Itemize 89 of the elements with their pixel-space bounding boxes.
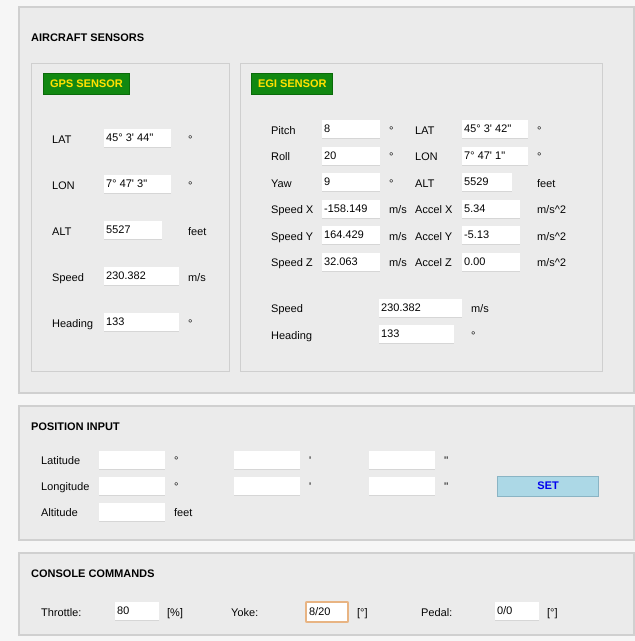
input-field[interactable] bbox=[369, 450, 435, 470]
input-field[interactable]: 9 bbox=[322, 173, 380, 192]
unit-label: m/s bbox=[188, 272, 206, 284]
unit-label: m/s^2 bbox=[537, 230, 566, 242]
input-field[interactable] bbox=[99, 476, 165, 496]
unit-label: ° bbox=[174, 455, 178, 467]
input-field[interactable]: 230.382 bbox=[104, 267, 179, 286]
input-field[interactable] bbox=[99, 450, 165, 470]
unit-label: m/s bbox=[389, 230, 407, 242]
field-label: LON bbox=[52, 180, 75, 192]
unit-label: m/s^2 bbox=[537, 204, 566, 216]
field-label: Speed bbox=[52, 272, 84, 284]
input-field[interactable]: 230.382 bbox=[379, 298, 462, 318]
field-label: Throttle: bbox=[41, 606, 82, 618]
unit-label: ° bbox=[188, 180, 192, 192]
unit-label: [°] bbox=[547, 606, 558, 618]
unit-label: ° bbox=[188, 134, 192, 146]
field-label: Pedal: bbox=[421, 606, 452, 618]
input-field[interactable]: 32.063 bbox=[322, 252, 380, 272]
set-button[interactable]: SET bbox=[497, 476, 599, 496]
unit-label: [%] bbox=[167, 606, 183, 618]
unit-label: ° bbox=[537, 124, 542, 136]
input-field[interactable]: -158.149 bbox=[322, 200, 380, 218]
input-field[interactable]: 5529 bbox=[462, 173, 512, 192]
input-field[interactable] bbox=[99, 502, 165, 522]
field-label: Pitch bbox=[271, 124, 296, 136]
field-label: Accel Z bbox=[415, 257, 452, 269]
field-label: ALT bbox=[52, 226, 72, 238]
field-label: Heading bbox=[271, 330, 312, 342]
field-label: Accel X bbox=[415, 204, 452, 216]
unit-label: '' bbox=[444, 455, 448, 467]
field-label: Yoke: bbox=[231, 606, 258, 618]
section-title: AIRCRAFT SENSORS bbox=[31, 31, 146, 46]
input-field[interactable]: 8 bbox=[322, 120, 380, 139]
unit-label: ' bbox=[309, 481, 312, 493]
field-label: Longitude bbox=[41, 481, 90, 493]
section-badge: EGI SENSOR bbox=[251, 72, 334, 95]
field-label: Speed Z bbox=[271, 257, 313, 269]
input-field[interactable] bbox=[234, 476, 300, 496]
input-field[interactable]: 20 bbox=[322, 146, 380, 166]
input-field[interactable]: 133 bbox=[379, 325, 454, 344]
field-label: LON bbox=[415, 151, 438, 163]
input-field[interactable]: 45° 3' 42'' bbox=[462, 120, 528, 139]
section-title: POSITION INPUT bbox=[31, 420, 121, 435]
input-field[interactable]: 0/0 bbox=[495, 602, 539, 621]
input-field[interactable]: 164.429 bbox=[322, 226, 380, 245]
input-field[interactable]: 80 bbox=[115, 602, 159, 621]
input-field[interactable]: 7° 47' 1'' bbox=[462, 146, 528, 166]
unit-label: ° bbox=[537, 151, 542, 163]
field-label: ALT bbox=[415, 178, 434, 190]
input-field[interactable]: 8/20 bbox=[305, 600, 349, 622]
input-field[interactable] bbox=[369, 476, 435, 496]
unit-label: [°] bbox=[357, 606, 368, 618]
input-field[interactable]: 5.34 bbox=[462, 200, 520, 218]
unit-label: ° bbox=[174, 481, 178, 493]
unit-label: feet bbox=[188, 226, 206, 238]
input-field[interactable]: 133 bbox=[104, 313, 179, 332]
field-label: LAT bbox=[52, 134, 72, 146]
field-label: Accel Y bbox=[415, 230, 452, 242]
field-label: LAT bbox=[415, 124, 434, 136]
unit-label: m/s^2 bbox=[537, 257, 566, 269]
field-label: Speed bbox=[271, 303, 303, 315]
section-title: CONSOLE COMMANDS bbox=[31, 567, 156, 582]
input-field[interactable]: 45° 3' 44'' bbox=[104, 129, 171, 148]
unit-label: m/s bbox=[389, 204, 407, 216]
unit-label: ° bbox=[471, 330, 476, 342]
input-field[interactable] bbox=[234, 450, 300, 470]
unit-label: feet bbox=[174, 507, 192, 519]
unit-label: ° bbox=[188, 318, 192, 330]
field-label: Latitude bbox=[41, 455, 80, 467]
input-field[interactable]: -5.13 bbox=[462, 226, 520, 245]
field-label: Altitude bbox=[41, 507, 78, 519]
field-label: Speed Y bbox=[271, 230, 314, 242]
unit-label: ° bbox=[389, 151, 394, 163]
field-label: Speed X bbox=[271, 204, 314, 216]
unit-label: feet bbox=[537, 178, 556, 190]
unit-label: '' bbox=[444, 481, 448, 493]
unit-label: ° bbox=[389, 178, 394, 190]
section-badge: GPS SENSOR bbox=[43, 72, 130, 95]
field-label: Heading bbox=[52, 318, 93, 330]
field-label: Yaw bbox=[271, 178, 292, 190]
unit-label: ° bbox=[389, 124, 394, 136]
unit-label: m/s bbox=[389, 257, 407, 269]
unit-label: m/s bbox=[471, 303, 489, 315]
input-field[interactable]: 5527 bbox=[104, 221, 162, 240]
input-field[interactable]: 0.00 bbox=[462, 252, 520, 272]
input-field[interactable]: 7° 47' 3'' bbox=[104, 175, 171, 194]
unit-label: ' bbox=[309, 455, 312, 467]
field-label: Roll bbox=[271, 151, 290, 163]
